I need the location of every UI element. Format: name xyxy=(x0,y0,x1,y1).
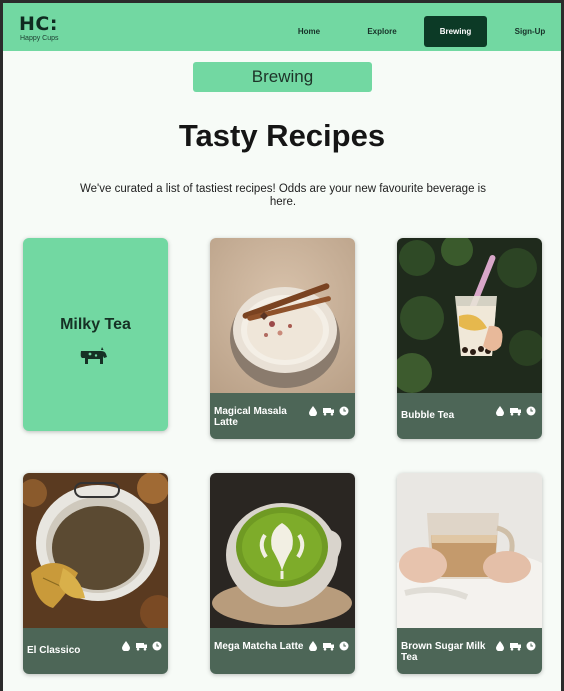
recipe-card-el-classico[interactable]: El Classico xyxy=(23,473,168,674)
clock-icon xyxy=(339,641,349,651)
caption-bar: El Classico xyxy=(23,628,168,674)
recipe-icon-row xyxy=(309,403,351,417)
caption-bar: Magical Masala Latte xyxy=(210,393,355,439)
caption-bar: Mega Matcha Latte xyxy=(210,628,355,674)
recipe-name: Mega Matcha Latte xyxy=(214,641,304,652)
logo-mark: HC: xyxy=(19,13,58,35)
recipe-icon-row xyxy=(496,403,538,417)
recipe-card-masala-latte[interactable]: Magical Masala Latte xyxy=(210,238,355,439)
truck-icon xyxy=(323,643,334,651)
cow-icon xyxy=(79,346,109,371)
page-title: Tasty Recipes xyxy=(178,118,386,153)
truck-icon xyxy=(510,643,521,651)
masala-latte-photo xyxy=(210,238,355,393)
logo-subtitle: Happy Cups xyxy=(20,35,59,42)
section-badge: Brewing xyxy=(193,62,372,92)
nav-brewing-link[interactable]: Brewing xyxy=(424,16,487,47)
recipe-card-bubble-tea[interactable]: Bubble Tea xyxy=(397,238,542,439)
recipe-icon-row xyxy=(309,638,351,652)
page-intro: We've curated a list of tastiest recipes… xyxy=(80,183,486,208)
clock-icon xyxy=(526,406,536,416)
navbar: HC: Happy Cups Home Explore Brewing Sign… xyxy=(3,3,561,51)
clock-icon xyxy=(152,641,162,651)
drop-icon xyxy=(309,406,317,417)
brown-sugar-photo xyxy=(397,473,542,628)
nav-explore-link[interactable]: Explore xyxy=(355,16,409,47)
recipe-name: Bubble Tea xyxy=(401,410,455,421)
caption-bar: Brown Sugar Milk Tea xyxy=(397,628,542,674)
recipe-name: Brown Sugar Milk Tea xyxy=(401,641,486,663)
recipe-icon-row xyxy=(122,638,164,652)
feature-card-title: Milky Tea xyxy=(60,316,131,333)
recipe-card-brown-sugar[interactable]: Brown Sugar Milk Tea xyxy=(397,473,542,674)
clock-icon xyxy=(526,641,536,651)
bubble-tea-photo xyxy=(397,238,542,393)
nav-signup-link[interactable]: Sign-Up xyxy=(506,16,554,47)
recipe-name: El Classico xyxy=(27,645,81,656)
caption-bar: Bubble Tea xyxy=(397,393,542,439)
truck-icon xyxy=(136,643,147,651)
classic-tea-photo xyxy=(23,473,168,631)
recipe-icon-row xyxy=(496,638,538,652)
truck-icon xyxy=(323,408,334,416)
drop-icon xyxy=(122,641,130,652)
clock-icon xyxy=(339,406,349,416)
drop-icon xyxy=(496,406,504,417)
recipe-name: Magical Masala Latte xyxy=(214,406,287,428)
logo[interactable]: HC: Happy Cups xyxy=(19,13,59,43)
nav-home-link[interactable]: Home xyxy=(283,16,335,47)
feature-card-milky-tea[interactable]: Milky Tea xyxy=(23,238,168,431)
truck-icon xyxy=(510,408,521,416)
recipe-card-matcha-latte[interactable]: Mega Matcha Latte xyxy=(210,473,355,674)
drop-icon xyxy=(496,641,504,652)
matcha-latte-photo xyxy=(210,473,355,628)
drop-icon xyxy=(309,641,317,652)
page-frame: HC: Happy Cups Home Explore Brewing Sign… xyxy=(3,3,561,691)
